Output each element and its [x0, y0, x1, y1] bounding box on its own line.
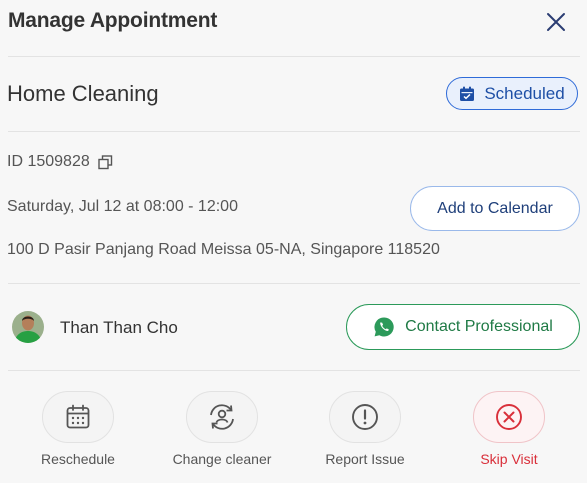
status-label: Scheduled — [484, 83, 565, 103]
divider — [8, 283, 580, 284]
professional-name: Than Than Cho — [60, 318, 178, 337]
calendar-icon — [66, 404, 90, 429]
appointment-id-row: ID 1509828 — [7, 153, 113, 171]
contact-professional-label: Contact Professional — [405, 318, 553, 335]
add-to-calendar-button[interactable]: Add to Calendar — [410, 186, 580, 231]
skip-visit-icon-circle — [473, 391, 545, 443]
exclamation-icon — [352, 404, 378, 430]
swap-person-icon — [210, 404, 234, 430]
reschedule-label: Reschedule — [41, 451, 115, 467]
skip-visit-button[interactable]: Skip Visit — [444, 391, 574, 467]
change-cleaner-button[interactable]: Change cleaner — [157, 391, 287, 467]
copy-icon[interactable] — [98, 154, 113, 170]
reschedule-button[interactable]: Reschedule — [13, 391, 143, 467]
page-title: Manage Appointment — [8, 9, 218, 32]
calendar-check-icon — [460, 86, 475, 101]
header: Manage Appointment — [0, 0, 587, 56]
appointment-address: 100 D Pasir Panjang Road Meissa 05-NA, S… — [7, 241, 440, 258]
divider — [8, 131, 580, 132]
appointment-id: ID 1509828 — [7, 153, 90, 170]
service-name: Home Cleaning — [7, 81, 159, 106]
reschedule-icon-circle — [42, 391, 114, 443]
avatar — [12, 311, 44, 343]
status-badge: Scheduled — [446, 77, 578, 110]
contact-professional-button[interactable]: Contact Professional — [346, 304, 580, 350]
report-issue-label: Report Issue — [325, 451, 405, 467]
appointment-datetime: Saturday, Jul 12 at 08:00 - 12:00 — [7, 198, 238, 215]
close-icon[interactable] — [543, 9, 569, 35]
whatsapp-icon — [374, 317, 394, 337]
divider — [8, 370, 580, 371]
divider — [8, 56, 580, 57]
report-issue-button[interactable]: Report Issue — [300, 391, 430, 467]
x-circle-icon — [496, 404, 522, 430]
report-issue-icon-circle — [329, 391, 401, 443]
change-cleaner-label: Change cleaner — [172, 451, 272, 467]
change-cleaner-icon-circle — [186, 391, 258, 443]
skip-visit-label: Skip Visit — [480, 451, 538, 467]
